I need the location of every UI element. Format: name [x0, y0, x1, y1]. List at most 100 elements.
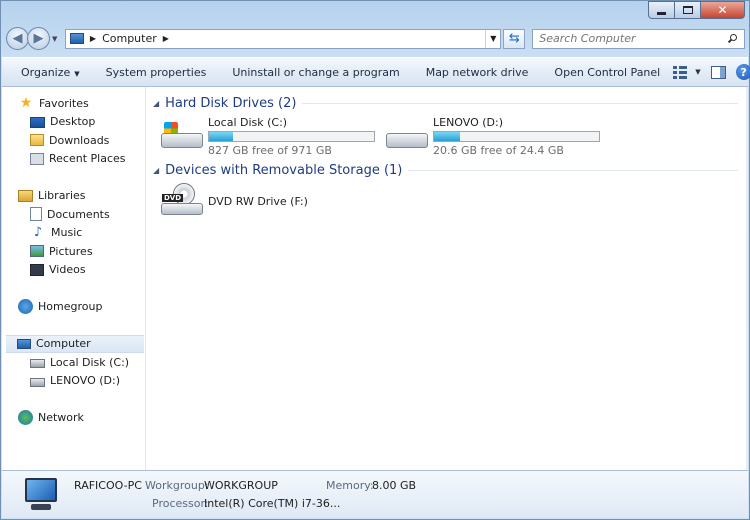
sidebar-item-label: Music	[51, 226, 83, 240]
sidebar-item-pictures[interactable]: Pictures	[2, 242, 145, 261]
arrow-left-icon: ◀	[12, 31, 23, 46]
sidebar-item-homegroup[interactable]: Homegroup	[2, 298, 145, 317]
search-box[interactable]	[532, 28, 745, 49]
breadcrumb-separator-icon[interactable]: ▶	[163, 34, 169, 43]
open-control-panel-button[interactable]: Open Control Panel	[541, 66, 673, 79]
sidebar-item-recent-places[interactable]: Recent Places	[2, 150, 145, 169]
change-view-icon[interactable]	[673, 65, 689, 79]
organize-button[interactable]: Organize ▼	[2, 66, 93, 79]
drive-usage-bar	[433, 131, 600, 142]
drive-item-dvd-rw-f[interactable]: DVD DVD RW Drive (F:)	[146, 179, 748, 223]
refresh-button[interactable]: ⇆	[503, 28, 526, 49]
libraries-icon	[18, 189, 33, 202]
search-input[interactable]	[539, 32, 720, 45]
drive-info: Local Disk (C:) 827 GB free of 971 GB	[208, 116, 375, 157]
collapse-triangle-icon[interactable]: ◢	[153, 166, 159, 175]
recent-pages-dropdown[interactable]: ▼	[52, 35, 61, 43]
chevron-down-icon: ▼	[74, 69, 80, 78]
recent-places-icon	[30, 152, 44, 165]
computer-monitor-icon	[21, 478, 61, 512]
processor-value: Intel(R) Core(TM) i7-36...	[204, 497, 341, 510]
sidebar-item-desktop[interactable]: Desktop	[2, 113, 145, 132]
hard-drive-icon	[30, 359, 45, 369]
close-button[interactable]: ✕	[701, 1, 745, 19]
workgroup-value: WORKGROUP	[204, 479, 278, 492]
workgroup-label: Workgroup:	[145, 479, 209, 492]
sidebar-item-label: Desktop	[50, 115, 96, 129]
memory-value: 8.00 GB	[372, 479, 417, 492]
caption-buttons: ✕	[648, 1, 745, 19]
sidebar-item-label: Documents	[47, 207, 110, 221]
sidebar-item-label: Favorites	[39, 96, 89, 110]
navigation-bar: ◀ ▶ ▼ ▶ Computer ▶ ▼ ⇆	[5, 25, 745, 52]
homegroup-icon	[18, 299, 33, 315]
hard-disk-drives-list: Local Disk (C:) 827 GB free of 971 GB LE…	[146, 112, 748, 161]
sidebar-item-label: Pictures	[49, 244, 93, 258]
uninstall-program-button[interactable]: Uninstall or change a program	[219, 66, 412, 79]
details-pane: RAFICOO-PC Workgroup: WORKGROUP Memory: …	[2, 470, 748, 518]
sidebar-item-libraries[interactable]: Libraries	[2, 187, 145, 206]
minimize-button[interactable]	[648, 1, 675, 19]
group-title: Hard Disk Drives (2)	[165, 95, 297, 111]
group-divider	[408, 169, 738, 171]
breadcrumb-computer[interactable]: Computer	[102, 32, 157, 45]
breadcrumb-separator-icon[interactable]: ▶	[90, 34, 96, 43]
sidebar-item-label: Libraries	[38, 189, 86, 203]
command-bar-right: ▼ ?	[673, 64, 750, 80]
arrow-right-icon: ▶	[33, 31, 44, 46]
sidebar-item-computer[interactable]: Computer	[6, 334, 144, 353]
sidebar-item-label: Network	[38, 411, 84, 425]
windows-hard-drive-icon	[161, 121, 203, 152]
map-network-drive-button[interactable]: Map network drive	[413, 66, 542, 79]
group-header-removable-storage[interactable]: ◢ Devices with Removable Storage (1)	[146, 161, 748, 179]
group-title: Devices with Removable Storage (1)	[165, 162, 403, 178]
scrollbar-track[interactable]	[746, 87, 748, 470]
memory-label: Memory:	[326, 479, 374, 492]
star-icon: ★	[19, 95, 33, 112]
sidebar-item-local-disk-c[interactable]: Local Disk (C:)	[2, 353, 145, 372]
explorer-window: ✕ ◀ ▶ ▼ ▶ Computer ▶ ▼ ⇆ Organize▼ Syste…	[0, 0, 750, 520]
pictures-icon	[30, 245, 44, 258]
address-bar[interactable]: ▶ Computer ▶ ▼	[64, 28, 502, 49]
help-icon[interactable]: ?	[735, 64, 750, 80]
sidebar-item-music[interactable]: ♪ Music	[2, 224, 145, 243]
search-icon[interactable]	[727, 33, 738, 44]
maximize-button[interactable]	[675, 1, 701, 19]
refresh-icon: ⇆	[508, 31, 520, 46]
collapse-triangle-icon[interactable]: ◢	[153, 99, 159, 108]
network-icon	[18, 410, 33, 426]
group-header-hard-disk-drives[interactable]: ◢ Hard Disk Drives (2)	[146, 94, 748, 112]
drive-item-lenovo-d[interactable]: LENOVO (D:) 20.6 GB free of 24.4 GB	[386, 116, 611, 157]
pc-name: RAFICOO-PC	[74, 479, 142, 492]
sidebar-item-favorites[interactable]: ★ Favorites	[2, 94, 145, 113]
group-divider	[302, 102, 738, 104]
computer-icon	[17, 338, 31, 349]
drive-info: LENOVO (D:) 20.6 GB free of 24.4 GB	[433, 116, 600, 157]
sidebar-item-downloads[interactable]: Downloads	[2, 131, 145, 150]
view-options-dropdown-icon[interactable]: ▼	[695, 68, 700, 76]
system-properties-button[interactable]: System properties	[93, 66, 220, 79]
drive-item-local-disk-c[interactable]: Local Disk (C:) 827 GB free of 971 GB	[161, 116, 386, 157]
file-list[interactable]: ◢ Hard Disk Drives (2) Local Disk (C:) 8…	[146, 87, 748, 470]
address-dropdown-icon[interactable]: ▼	[485, 29, 500, 48]
sidebar-item-label: Local Disk (C:)	[50, 355, 130, 369]
sidebar-item-label: Homegroup	[38, 300, 103, 314]
hard-drive-icon	[30, 377, 45, 387]
preview-pane-icon[interactable]	[710, 65, 726, 79]
navigation-pane[interactable]: ★ Favorites Desktop Downloads Recent Plac…	[2, 87, 146, 470]
sidebar-item-documents[interactable]: Documents	[2, 205, 145, 224]
sidebar-item-network[interactable]: Network	[2, 409, 145, 428]
drive-free-space: 827 GB free of 971 GB	[208, 144, 332, 157]
documents-icon	[30, 207, 42, 222]
drive-usage-fill	[209, 132, 234, 141]
close-icon: ✕	[717, 3, 728, 17]
forward-button[interactable]: ▶	[26, 27, 50, 50]
processor-label: Processor:	[152, 497, 209, 510]
sidebar-item-label: Downloads	[49, 133, 110, 147]
drive-name: DVD RW Drive (F:)	[208, 194, 308, 208]
sidebar-item-videos[interactable]: Videos	[2, 261, 145, 280]
sidebar-item-label: Videos	[49, 263, 86, 277]
sidebar-item-lenovo-d[interactable]: LENOVO (D:)	[2, 372, 145, 391]
back-button[interactable]: ◀	[6, 27, 29, 50]
minimize-icon	[657, 11, 666, 15]
